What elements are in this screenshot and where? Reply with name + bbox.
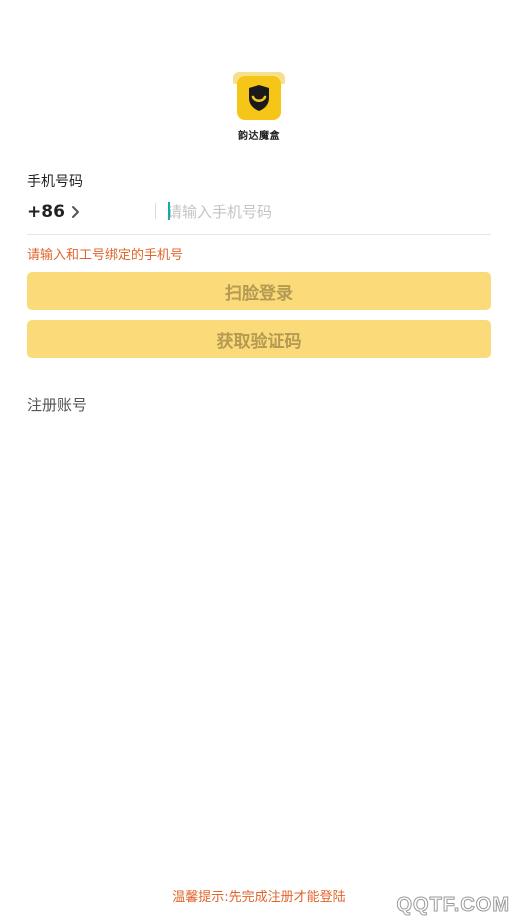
chevron-right-icon <box>71 206 79 218</box>
app-logo <box>230 72 288 122</box>
get-code-button[interactable]: 获取验证码 <box>27 320 491 358</box>
phone-number-input[interactable] <box>167 198 487 226</box>
watermark: QQTF.COM <box>396 894 510 917</box>
logo-icon-box <box>237 76 281 120</box>
smiling-shield-icon <box>249 85 269 111</box>
country-code-value: +86 <box>27 202 65 222</box>
input-divider <box>155 203 156 219</box>
register-account-link[interactable]: 注册账号 <box>27 394 87 415</box>
phone-label: 手机号码 <box>27 174 83 190</box>
logo-text: 韵达魔盒 <box>238 131 280 142</box>
phone-input-row: +86 <box>27 196 491 235</box>
text-caret <box>168 202 170 220</box>
country-code-selector[interactable]: +86 <box>27 202 81 222</box>
face-login-button[interactable]: 扫脸登录 <box>27 272 491 310</box>
bind-phone-hint: 请输入和工号绑定的手机号 <box>27 248 184 263</box>
login-page: 韵达魔盒 手机号码 +86 请输入和工号绑定的手机号 扫脸登录 获取验证码 注册… <box>0 0 518 920</box>
